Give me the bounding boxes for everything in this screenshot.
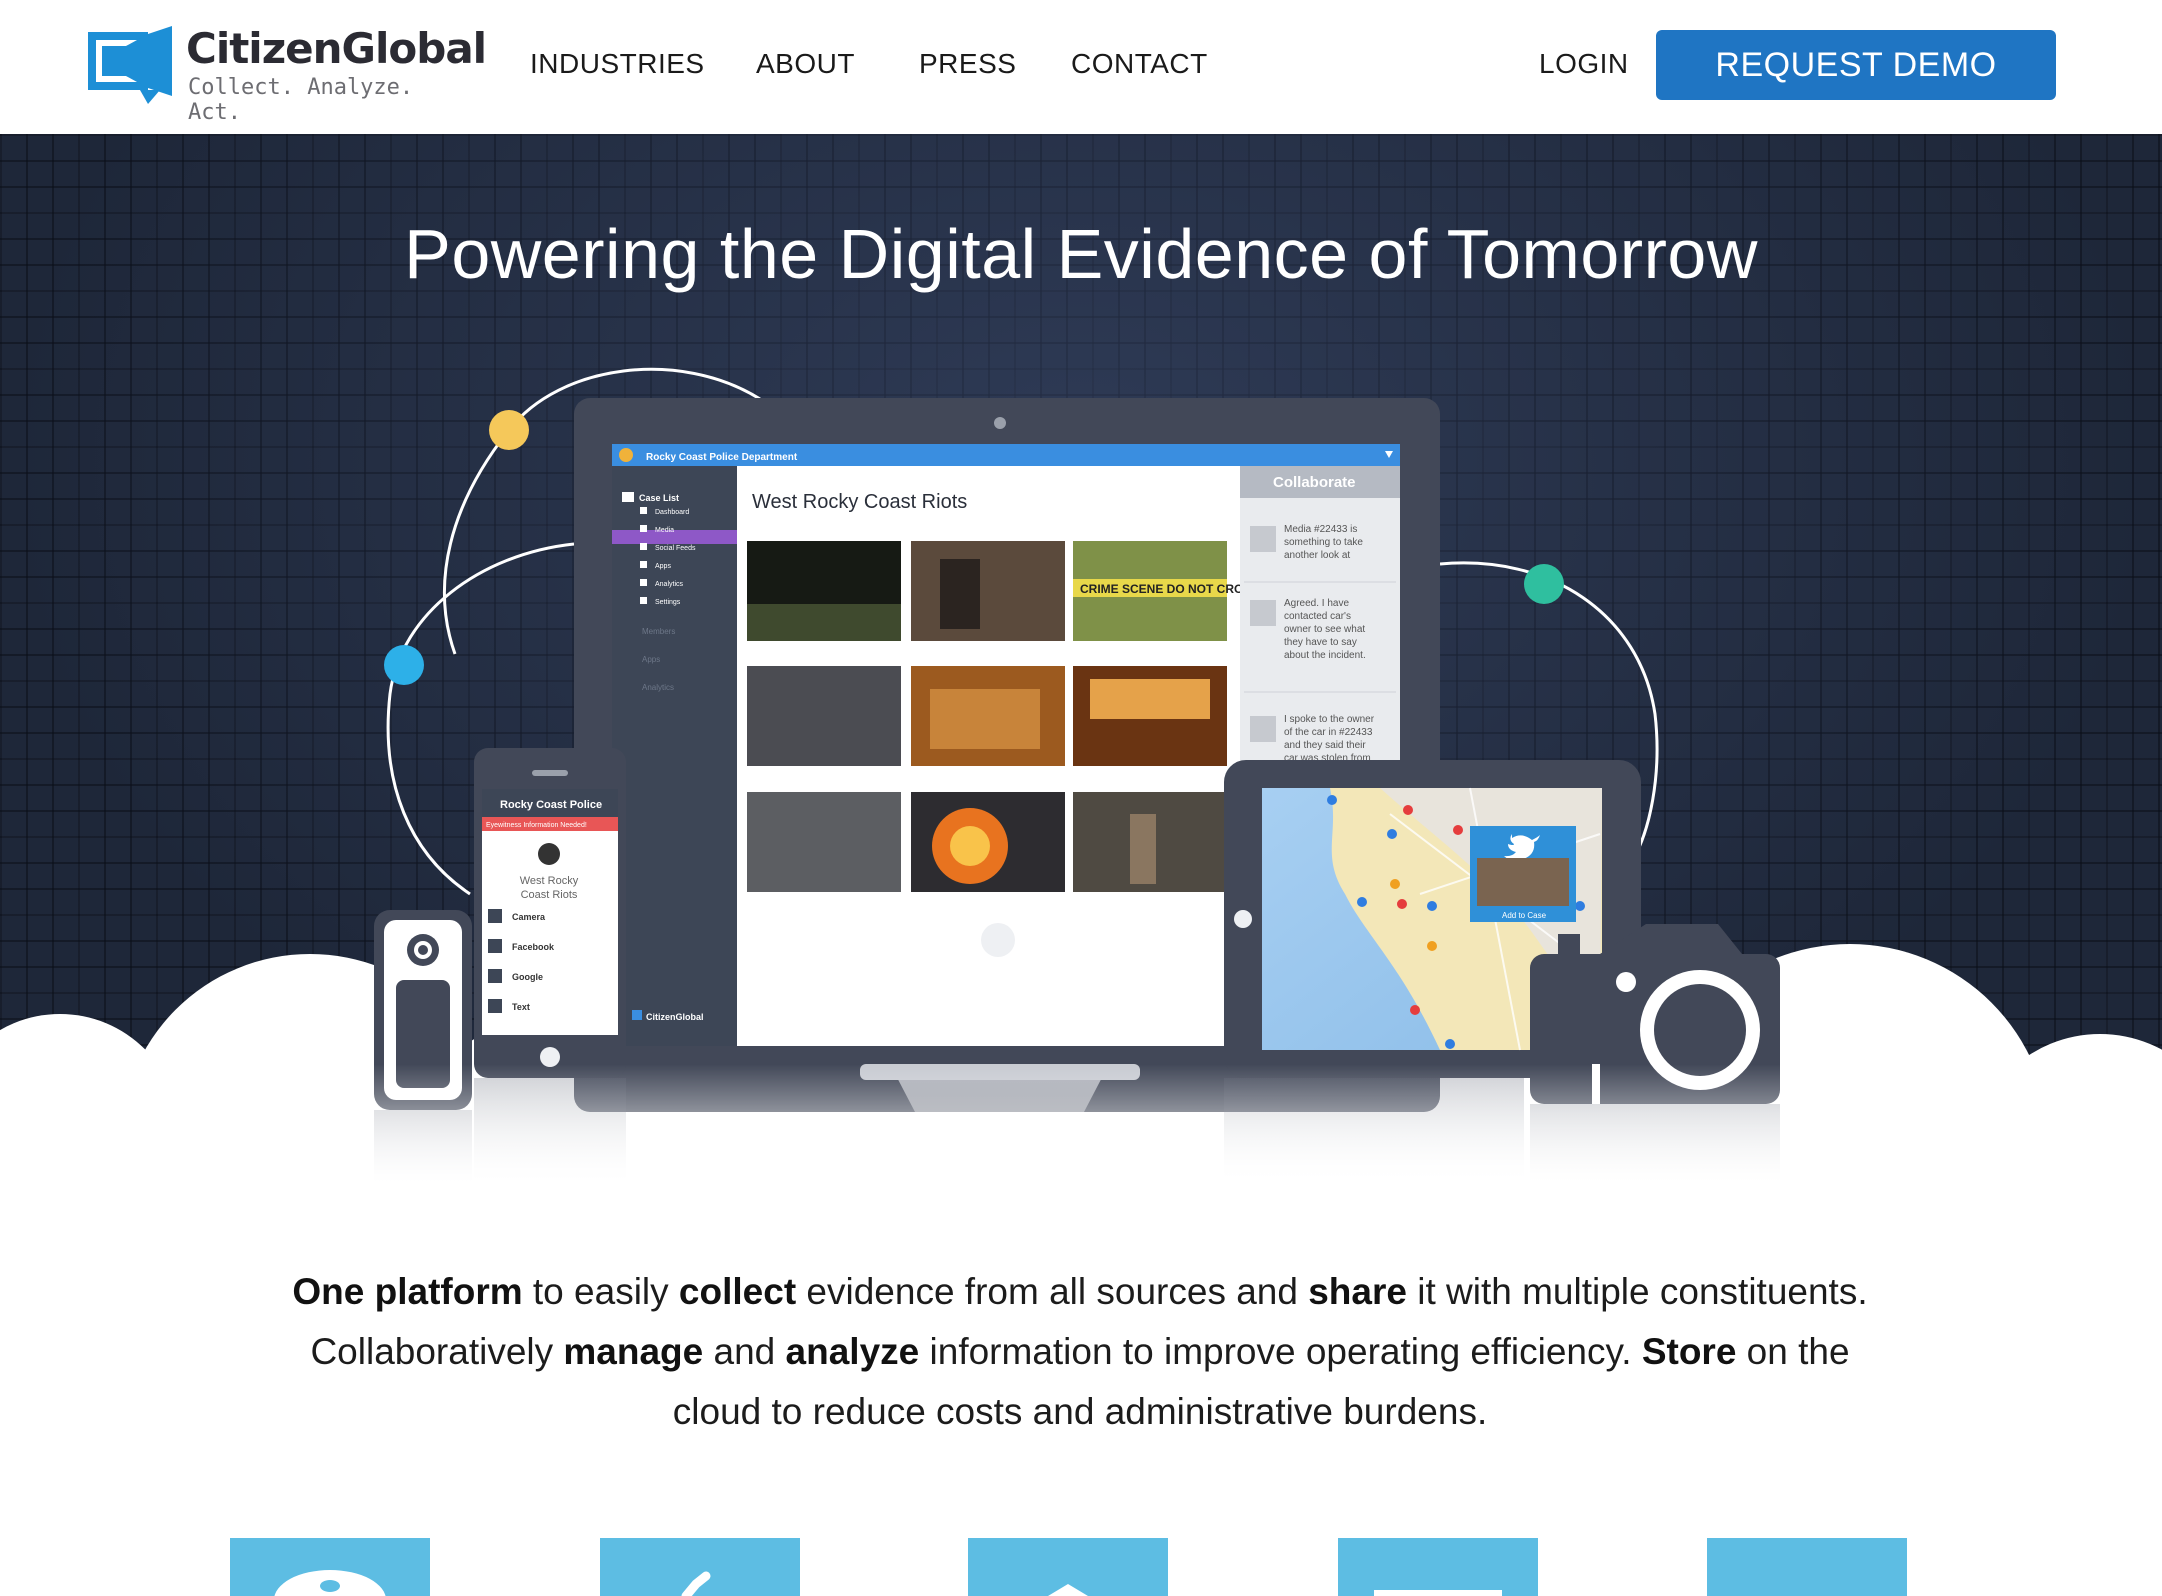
sidebar-item-icon bbox=[640, 597, 647, 604]
logo-name: CitizenGlobal bbox=[186, 24, 487, 73]
description-segment: share bbox=[1308, 1271, 1407, 1312]
nav-login[interactable]: LOGIN bbox=[1539, 48, 1629, 80]
hero-bottom-fade bbox=[0, 1064, 2162, 1234]
feature-tile-5[interactable] bbox=[1707, 1538, 1907, 1596]
sidebar-secondary-members: Members bbox=[642, 627, 675, 636]
phone-option-camera: Camera bbox=[512, 912, 546, 922]
camera-icon bbox=[488, 909, 502, 923]
feature-tile-browser[interactable] bbox=[1338, 1538, 1538, 1596]
monitor-brand-label: CitizenGlobal bbox=[646, 1012, 704, 1022]
description-segment: cloud to reduce costs and administrative… bbox=[672, 1391, 1488, 1432]
blank-icon bbox=[1707, 1538, 1907, 1596]
sidebar-item-icon bbox=[640, 525, 647, 532]
sidebar-item-settings: Settings bbox=[655, 599, 681, 606]
description-line-1: One platform to easily collect evidence … bbox=[180, 1262, 1980, 1322]
phone-icon bbox=[274, 1570, 386, 1596]
description-segment: to easily bbox=[522, 1271, 679, 1312]
platform-description: One platform to easily collect evidence … bbox=[180, 1262, 1980, 1442]
feature-tile-cloud[interactable] bbox=[968, 1538, 1168, 1596]
text-icon bbox=[488, 999, 502, 1013]
description-segment: and bbox=[703, 1331, 786, 1372]
sidebar-item-icon bbox=[640, 507, 647, 514]
sidebar-item-media: Media bbox=[655, 527, 674, 534]
crime-tape-text: CRIME SCENE DO NOT CROSS bbox=[1080, 582, 1259, 596]
nav-press[interactable]: PRESS bbox=[919, 48, 1016, 80]
sidebar-item-icon bbox=[640, 543, 647, 550]
feature-tile-check[interactable] bbox=[600, 1538, 800, 1596]
collaborate-label: Collaborate bbox=[1273, 474, 1356, 491]
facebook-icon bbox=[488, 939, 502, 953]
nav-about[interactable]: ABOUT bbox=[756, 48, 855, 80]
logo-mark-icon bbox=[88, 26, 172, 104]
description-line-3: cloud to reduce costs and administrative… bbox=[180, 1382, 1980, 1442]
sidebar-secondary-analytics: Analytics bbox=[642, 683, 674, 692]
orbit-dot-blue bbox=[384, 645, 424, 685]
description-segment: evidence from all sources and bbox=[796, 1271, 1309, 1312]
sidebar-item-icon bbox=[640, 579, 647, 586]
phone-case-line1: West Rocky bbox=[520, 875, 579, 887]
description-segment: information to improve operating efficie… bbox=[919, 1331, 1642, 1372]
hero-section: Powering the Digital Evidence of Tomorro… bbox=[0, 134, 2162, 1234]
description-segment: it with multiple constituents. bbox=[1406, 1271, 1868, 1312]
browser-icon bbox=[1374, 1590, 1502, 1596]
phone-option-text: Text bbox=[512, 1002, 530, 1012]
citizenglobal-logo[interactable]: CitizenGlobal Collect. Analyze. Act. bbox=[86, 22, 487, 125]
cloud-icon bbox=[1048, 1584, 1088, 1596]
description-segment: manage bbox=[563, 1331, 704, 1372]
nav-industries[interactable]: INDUSTRIES bbox=[530, 48, 705, 80]
nav-contact[interactable]: CONTACT bbox=[1071, 48, 1208, 80]
sidebar-item-apps: Apps bbox=[655, 563, 671, 570]
site-header: CitizenGlobal Collect. Analyze. Act. IND… bbox=[0, 0, 2162, 134]
phone-alert: Eyewitness Information Needed! bbox=[486, 822, 587, 829]
sidebar-item-social-feeds: Social Feeds bbox=[655, 545, 696, 552]
phone-option-google: Google bbox=[512, 972, 543, 982]
sidebar-item-dashboard: Dashboard bbox=[655, 509, 689, 516]
monitor-photo-grid: CRIME SCENE DO NOT CROSS bbox=[747, 541, 1259, 892]
phone-title: Rocky Coast Police bbox=[500, 799, 602, 811]
description-segment: on the bbox=[1736, 1331, 1850, 1372]
description-segment: analyze bbox=[785, 1331, 920, 1372]
monitor-case-title: West Rocky Coast Riots bbox=[752, 491, 967, 513]
description-segment: collect bbox=[678, 1271, 797, 1312]
google-icon bbox=[488, 969, 502, 983]
sidebar-secondary-apps: Apps bbox=[642, 655, 660, 664]
monitor-case-list: Case List bbox=[639, 493, 679, 503]
feature-tile-phone[interactable] bbox=[230, 1538, 430, 1596]
smartphone-device: Rocky Coast Police Eyewitness Informatio… bbox=[474, 748, 626, 1078]
request-demo-button[interactable]: REQUEST DEMO bbox=[1656, 30, 2056, 100]
sidebar-item-icon bbox=[640, 561, 647, 568]
phone-case-line2: Coast Riots bbox=[521, 889, 578, 901]
description-segment: Store bbox=[1641, 1331, 1737, 1372]
check-icon bbox=[681, 1571, 711, 1596]
orbit-dot-green bbox=[1524, 564, 1564, 604]
description-segment: One platform bbox=[292, 1271, 523, 1312]
sidebar-item-analytics: Analytics bbox=[655, 581, 684, 588]
orbit-dot-yellow bbox=[489, 410, 529, 450]
description-line-2: Collaboratively manage and analyze infor… bbox=[180, 1322, 1980, 1382]
monitor-org-label: Rocky Coast Police Department bbox=[646, 452, 798, 463]
logo-tagline: Collect. Analyze. Act. bbox=[188, 75, 414, 125]
phone-option-facebook: Facebook bbox=[512, 942, 555, 952]
description-segment: Collaboratively bbox=[310, 1331, 564, 1372]
add-to-case-button: Add to Case bbox=[1502, 911, 1547, 920]
